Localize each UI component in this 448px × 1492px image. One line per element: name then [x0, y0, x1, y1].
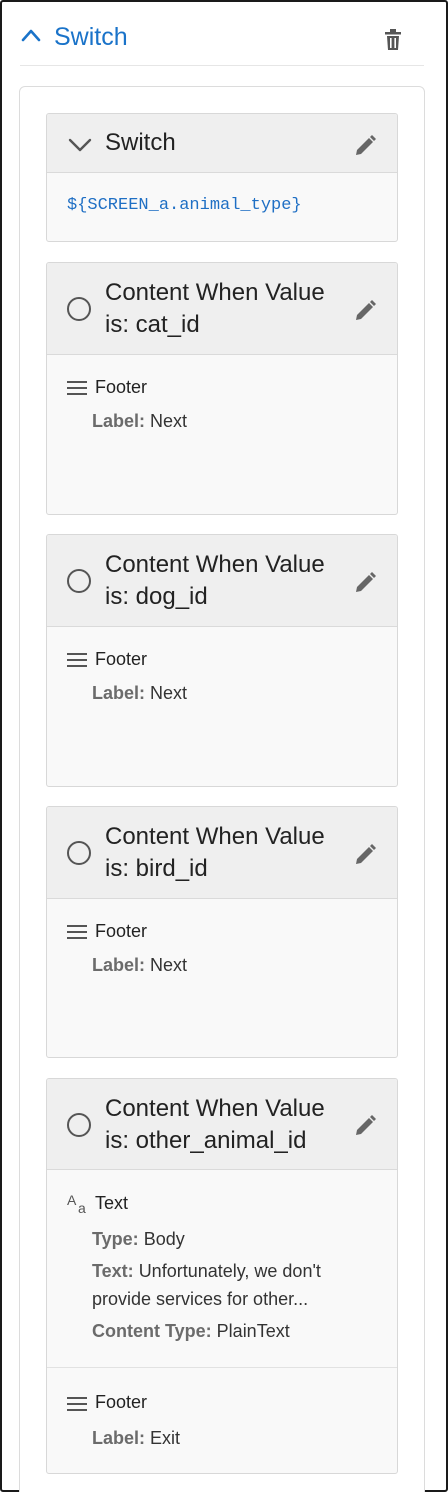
- menu-icon: [67, 653, 87, 667]
- menu-icon: [67, 925, 87, 939]
- trash-icon[interactable]: [382, 27, 404, 53]
- text-text-prop-continued: provide services for other...: [92, 1289, 309, 1309]
- footer-item-title[interactable]: Footer: [95, 377, 147, 398]
- section-title[interactable]: Switch: [54, 22, 128, 52]
- menu-icon: [67, 381, 87, 395]
- case-card-cat: Content When Value is: cat_id Footer Lab…: [46, 262, 398, 515]
- footer-item-title[interactable]: Footer: [95, 649, 147, 670]
- text-type-prop: Type: Body: [92, 1229, 185, 1249]
- switch-section-header: Switch: [20, 18, 424, 66]
- pencil-icon[interactable]: [353, 1114, 377, 1138]
- menu-icon: [67, 1397, 87, 1411]
- case-title-line1: Content When Value: [105, 551, 325, 578]
- case-card-header[interactable]: Content When Value is: dog_id: [47, 535, 397, 627]
- svg-text:a: a: [78, 1200, 86, 1215]
- svg-text:A: A: [67, 1192, 77, 1208]
- case-card-header[interactable]: Content When Value is: bird_id: [47, 807, 397, 899]
- pencil-icon[interactable]: [353, 299, 377, 323]
- case-title-line2: is: other_animal_id: [105, 1127, 307, 1154]
- radio-icon[interactable]: [67, 297, 91, 321]
- chevron-down-icon[interactable]: [67, 136, 93, 154]
- radio-icon[interactable]: [67, 1113, 91, 1137]
- switch-card-header[interactable]: Switch: [47, 114, 397, 173]
- text-content-type-prop: Content Type: PlainText: [92, 1321, 290, 1341]
- footer-label-prop: Label: Next: [92, 955, 188, 975]
- case-card-other-animal: Content When Value is: other_animal_id A…: [46, 1078, 398, 1474]
- pencil-icon[interactable]: [353, 134, 377, 158]
- footer-label-prop: Label: Next: [92, 683, 188, 703]
- radio-icon[interactable]: [67, 569, 91, 593]
- text-item-title[interactable]: Text: [95, 1193, 128, 1214]
- pencil-icon[interactable]: [353, 843, 377, 867]
- case-card-dog: Content When Value is: dog_id Footer Lab…: [46, 534, 398, 787]
- pencil-icon[interactable]: [353, 571, 377, 595]
- case-card-header[interactable]: Content When Value is: other_animal_id: [47, 1079, 397, 1170]
- case-title-line2: is: bird_id: [105, 855, 208, 882]
- radio-icon[interactable]: [67, 841, 91, 865]
- footer-label-prop: Label: Next: [92, 411, 188, 431]
- case-title-line2: is: cat_id: [105, 311, 200, 338]
- switch-card-title: Switch: [105, 129, 176, 156]
- case-card-bird: Content When Value is: bird_id Footer La…: [46, 806, 398, 1058]
- case-title-line1: Content When Value: [105, 279, 325, 306]
- footer-item-title[interactable]: Footer: [95, 921, 147, 942]
- switch-card: Switch ${SCREEN_a.animal_type}: [46, 113, 398, 242]
- footer-item-title[interactable]: Footer: [95, 1392, 147, 1413]
- item-divider: [47, 1367, 397, 1368]
- switch-expression: ${SCREEN_a.animal_type}: [67, 196, 302, 215]
- case-card-header[interactable]: Content When Value is: cat_id: [47, 263, 397, 355]
- footer-label-prop: Label: Exit: [92, 1428, 181, 1448]
- chevron-up-icon[interactable]: [20, 26, 42, 44]
- case-title-line1: Content When Value: [105, 823, 325, 850]
- text-text-prop: Text: Unfortunately, we don't: [92, 1261, 321, 1281]
- text-type-icon: A a: [67, 1192, 86, 1215]
- case-title-line2: is: dog_id: [105, 583, 208, 610]
- case-title-line1: Content When Value: [105, 1095, 325, 1122]
